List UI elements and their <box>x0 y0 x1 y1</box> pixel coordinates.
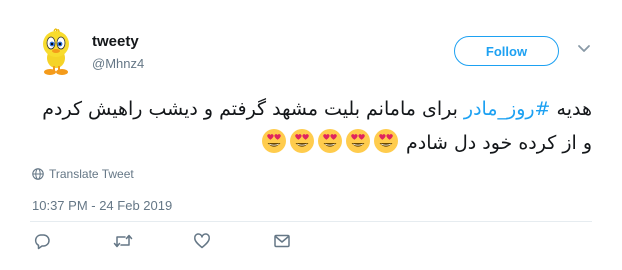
display-name[interactable]: tweety <box>92 33 139 50</box>
translate-label: Translate Tweet <box>49 167 134 181</box>
user-handle[interactable]: @Mhnz4 <box>92 56 144 71</box>
avatar[interactable] <box>34 28 78 76</box>
translate-tweet[interactable]: Translate Tweet <box>32 167 134 181</box>
hashtag-link[interactable]: #روز_مادر <box>464 98 551 120</box>
tweet-text: هدیه #روز_مادر برای مامانم بلیت مشهد گرف… <box>30 92 592 160</box>
heart-eyes-emoji <box>261 128 287 154</box>
tweet-text-before: هدیه <box>550 98 592 120</box>
reply-icon[interactable] <box>33 232 51 250</box>
emoji-group <box>260 129 400 154</box>
heart-eyes-emoji <box>345 128 371 154</box>
like-icon[interactable] <box>193 232 211 250</box>
retweet-icon[interactable] <box>113 232 133 250</box>
heart-eyes-emoji <box>373 128 399 154</box>
direct-message-icon[interactable] <box>273 232 291 250</box>
heart-eyes-emoji <box>289 128 315 154</box>
chevron-down-icon[interactable] <box>576 40 592 56</box>
globe-icon <box>32 168 44 180</box>
divider <box>30 221 592 222</box>
tweet-timestamp[interactable]: 10:37 PM - 24 Feb 2019 <box>32 198 172 213</box>
heart-eyes-emoji <box>317 128 343 154</box>
follow-button[interactable]: Follow <box>454 36 559 66</box>
